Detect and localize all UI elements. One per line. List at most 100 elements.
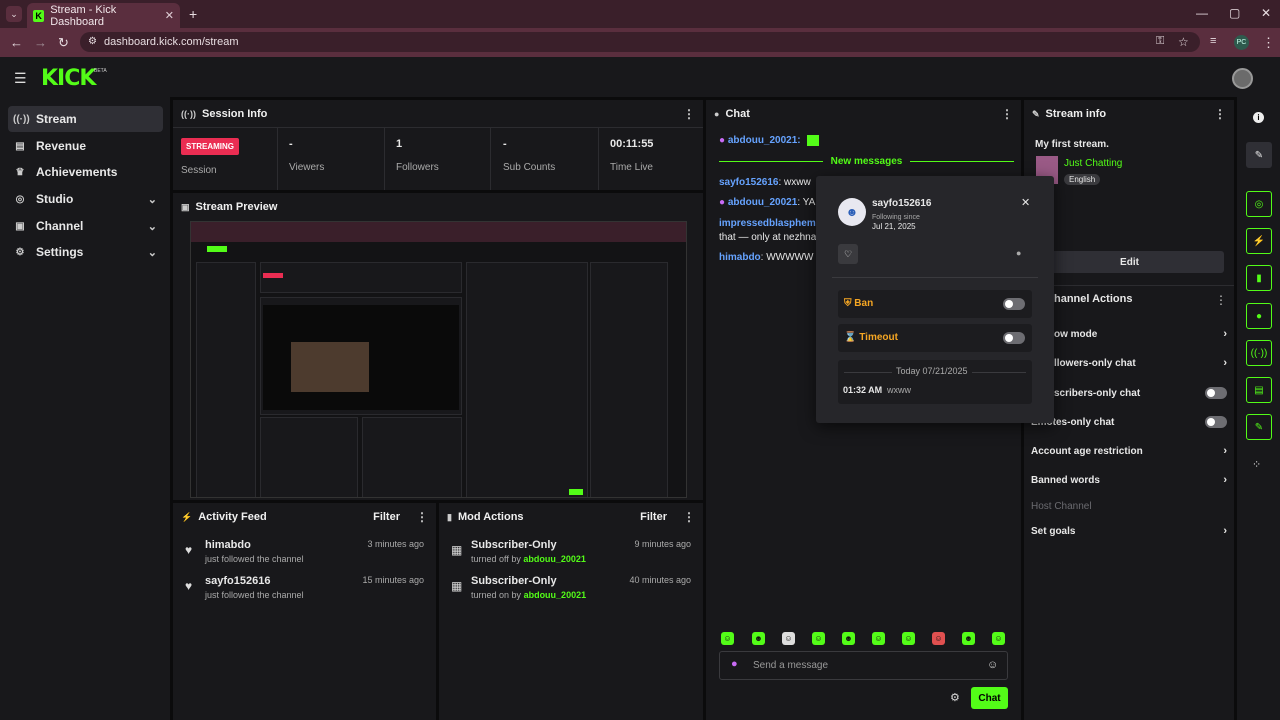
sidebar-item-achievements[interactable]: ♛ Achievements [8, 159, 163, 185]
edit-stream-info-button[interactable]: Edit [1035, 251, 1224, 273]
tab-close-icon[interactable]: ✕ [165, 9, 174, 22]
follow-heart-icon[interactable]: ♡ [838, 244, 858, 264]
user-avatar[interactable] [1232, 68, 1253, 89]
channel-action-account-age[interactable]: Account age restriction › [1031, 441, 1227, 461]
following-since-label: Following since [872, 214, 920, 221]
trophy-icon: ♛ [15, 166, 25, 178]
emote-9-icon[interactable]: ☻ [962, 632, 975, 645]
stat-label: Session [181, 165, 217, 176]
tab-search-button[interactable]: ⌄ [6, 6, 22, 22]
forward-icon[interactable]: → [34, 35, 47, 50]
kick-favicon-icon: K [33, 9, 45, 22]
emote-7-icon[interactable]: ☺ [902, 632, 915, 645]
ban-toggle[interactable] [1003, 298, 1025, 310]
more-options-icon[interactable]: ⋮ [1215, 293, 1227, 307]
wrench-icon[interactable]: ✎ [1246, 414, 1272, 440]
feed-username[interactable]: himabdo [205, 539, 304, 551]
info-icon[interactable]: i [1253, 112, 1264, 123]
new-tab-button[interactable]: + [189, 6, 197, 22]
back-icon[interactable]: ← [10, 35, 23, 50]
password-key-icon[interactable]: ⚿ [1156, 35, 1164, 48]
minimize-icon[interactable]: — [1196, 6, 1208, 20]
list-item: ▦ Subscriber-Only turned off by abdouu_20… [439, 539, 703, 575]
browser-tab[interactable]: K Stream - Kick Dashboard ✕ [27, 3, 180, 28]
address-bar[interactable]: dashboard.kick.com/stream [80, 32, 1200, 52]
emote-3-icon[interactable]: ☺ [782, 632, 795, 645]
more-options-icon[interactable]: ⋮ [1214, 107, 1226, 121]
bookmark-star-icon[interactable]: ☆ [1178, 35, 1189, 49]
mod-filter-button[interactable]: Filter [640, 511, 667, 523]
popup-close-icon[interactable]: ✕ [1021, 196, 1030, 209]
timeout-toggle[interactable] [1003, 332, 1025, 344]
chat-settings-gear-icon[interactable]: ⚙ [950, 691, 960, 704]
category-link[interactable]: Just Chatting [1064, 158, 1122, 169]
list-item: ♥ himabdo just followed the channel 3 min… [173, 539, 436, 575]
list-item: ▦ Subscriber-Only turned on by abdouu_200… [439, 575, 703, 611]
followers-label: Followers [396, 162, 439, 173]
more-options-icon[interactable]: ⋮ [416, 510, 428, 524]
channel-action-slow-mode[interactable]: ow mode › [1031, 324, 1227, 344]
stream-title: My first stream. [1035, 139, 1109, 150]
channel-action-set-goals[interactable]: Set goals › [1031, 521, 1227, 541]
emote-2-icon[interactable]: ☻ [752, 632, 765, 645]
document-icon[interactable]: ▮ [1246, 265, 1272, 291]
emoji-picker-icon[interactable]: ☺ [987, 659, 998, 671]
media-icon[interactable]: ≡ [1210, 35, 1216, 47]
chat-username[interactable]: abdouu_20021: [728, 135, 801, 146]
broadcast-icon[interactable]: ((·)) [1246, 340, 1272, 366]
hamburger-menu-icon[interactable]: ☰ [14, 70, 27, 87]
session-info-header: ((·)) Session Info ⋮ [173, 100, 703, 128]
emote-10-icon[interactable]: ☺ [992, 632, 1005, 645]
channel-action-banned-words[interactable]: Banned words › [1031, 470, 1227, 490]
chat-username[interactable]: impressedblasphemei4 [719, 218, 830, 229]
studio-icon[interactable]: ◎ [1246, 191, 1272, 217]
subscribers-only-toggle[interactable] [1205, 387, 1227, 399]
popup-username[interactable]: sayfo152616 [872, 198, 932, 209]
action-label: Banned words [1031, 474, 1100, 486]
mute-mic-icon[interactable]: ● [1016, 248, 1021, 258]
emote-8-icon[interactable]: ☺ [932, 632, 945, 645]
sidebar-item-stream[interactable]: ((·)) Stream [8, 106, 163, 132]
stream-preview-video[interactable] [190, 221, 687, 498]
add-widget-icon[interactable]: ⁘ [1252, 458, 1261, 471]
lightning-icon[interactable]: ⚡ [1246, 228, 1272, 254]
kick-logo[interactable]: KICK [41, 66, 96, 91]
new-messages-divider[interactable]: New messages [719, 155, 1014, 167]
emote-6-icon[interactable]: ☺ [872, 632, 885, 645]
emote-4-icon[interactable]: ☺ [812, 632, 825, 645]
emote-1-icon[interactable]: ☺ [721, 632, 734, 645]
chat-username[interactable]: sayfo152616 [719, 177, 779, 188]
chat-username[interactable]: himabdo [719, 252, 761, 263]
profile-avatar[interactable]: PC [1234, 35, 1249, 50]
sidebar-item-studio[interactable]: ◎ Studio ⌄ [8, 186, 163, 212]
maximize-icon[interactable]: ▢ [1229, 6, 1240, 20]
site-info-icon[interactable]: ⚙ [88, 36, 97, 47]
chat-message-continued: that — only at nezhna .c [719, 232, 827, 243]
more-options-icon[interactable]: ⋮ [683, 107, 695, 121]
layout-icon[interactable]: ▤ [1246, 377, 1272, 403]
edit-pencil-icon[interactable]: ✎ [1246, 142, 1272, 168]
mod-action-user[interactable]: abdouu_20021 [524, 590, 587, 600]
browser-menu-icon[interactable]: ⋮ [1262, 35, 1275, 51]
sidebar-item-channel[interactable]: ▣ Channel ⌄ [8, 213, 163, 239]
sidebar-item-revenue[interactable]: ▤ Revenue [8, 133, 163, 159]
more-options-icon[interactable]: ⋮ [1001, 107, 1013, 121]
reload-icon[interactable]: ↻ [58, 35, 69, 51]
channel-action-followers-only[interactable]: llowers-only chat › [1031, 353, 1227, 373]
chat-bubble-icon[interactable]: ● [1246, 303, 1272, 329]
chat-username[interactable]: abdouu_20021 [728, 197, 797, 208]
window-close-icon[interactable]: ✕ [1261, 6, 1271, 20]
mod-action-user[interactable]: abdouu_20021 [523, 554, 586, 564]
action-label: Set goals [1031, 525, 1076, 537]
emotes-only-toggle[interactable] [1205, 416, 1227, 428]
sidebar-item-label: Revenue [36, 139, 87, 153]
chat-message-input[interactable]: Send a message [719, 651, 1008, 680]
feed-username[interactable]: sayfo152616 [205, 575, 304, 587]
chat-send-button[interactable]: Chat [971, 687, 1008, 709]
sidebar-item-settings[interactable]: ⚙ Settings ⌄ [8, 239, 163, 265]
panel-title: Stream Preview [195, 201, 278, 213]
more-options-icon[interactable]: ⋮ [683, 510, 695, 524]
emote-5-icon[interactable]: ☻ [842, 632, 855, 645]
chevron-right-icon: › [1223, 474, 1227, 486]
activity-filter-button[interactable]: Filter [373, 511, 400, 523]
